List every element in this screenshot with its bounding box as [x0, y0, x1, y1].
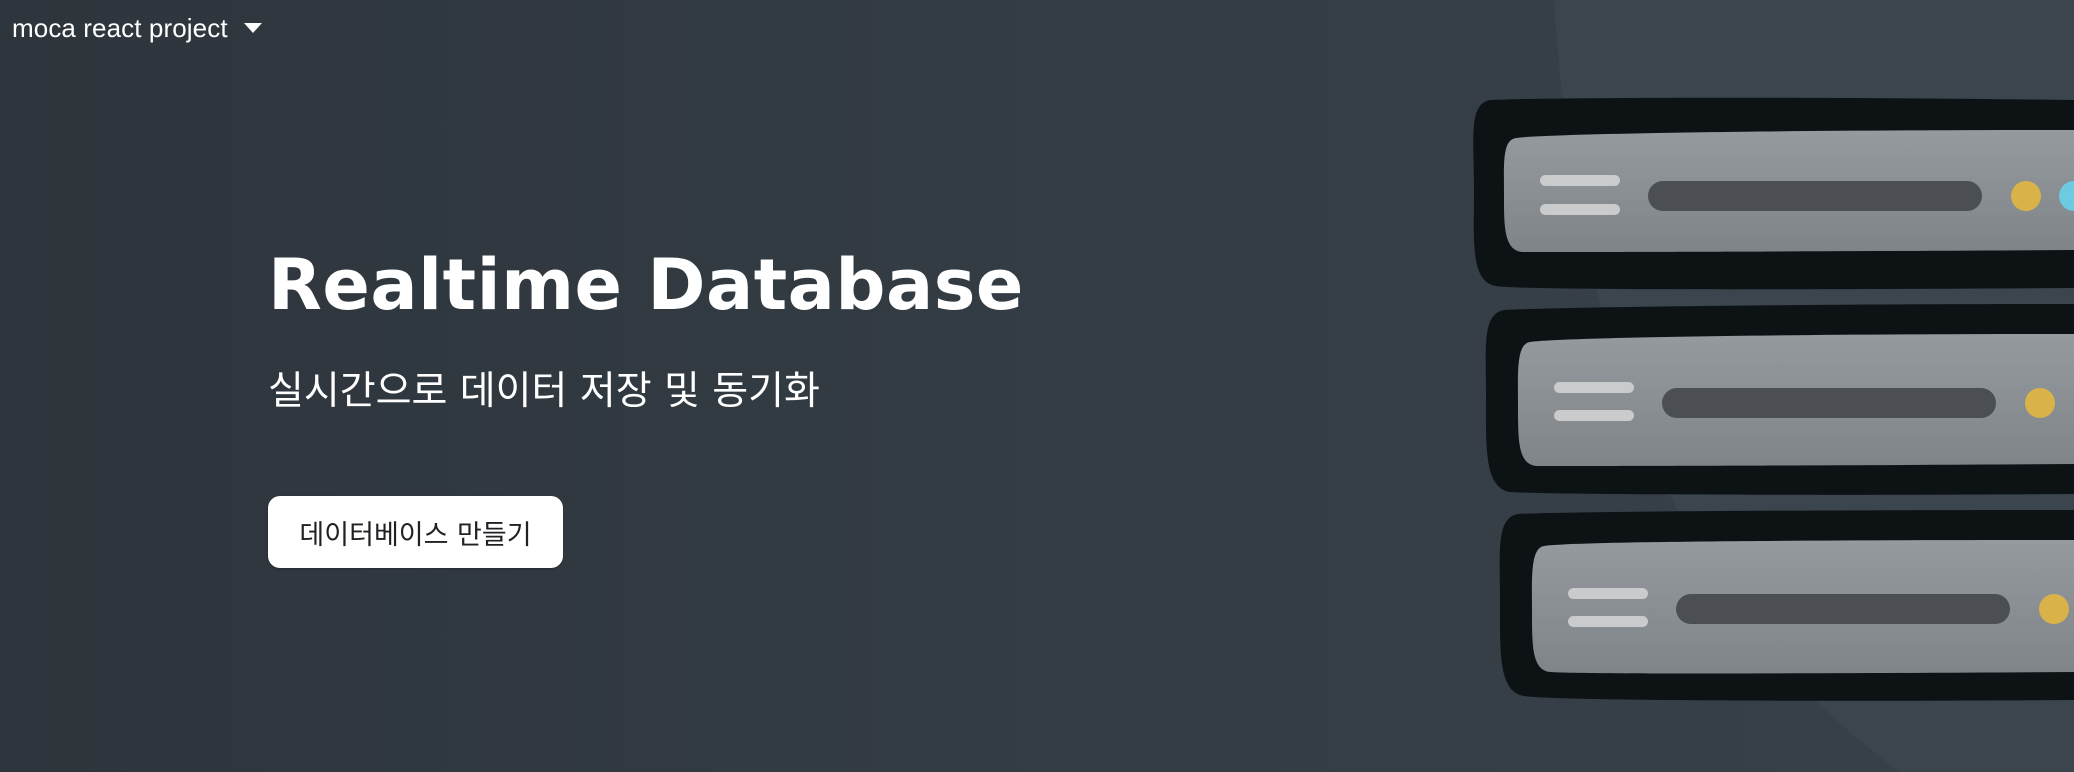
page-title: Realtime Database: [268, 244, 1024, 326]
realtime-database-hero: moca react project Realtime Database 실시간…: [0, 0, 2074, 772]
project-selector[interactable]: moca react project: [12, 10, 264, 46]
project-name: moca react project: [12, 12, 228, 43]
server-unit-2: [1485, 304, 2074, 495]
database-servers-illustration: [1473, 0, 2074, 772]
page-subtitle: 실시간으로 데이터 저장 및 동기화: [268, 369, 820, 414]
server-unit-3: [1499, 510, 2074, 701]
server-unit-1: [1473, 97, 2074, 290]
caret-down-icon: [243, 23, 262, 33]
create-database-button[interactable]: 데이터베이스 만들기: [268, 496, 563, 568]
